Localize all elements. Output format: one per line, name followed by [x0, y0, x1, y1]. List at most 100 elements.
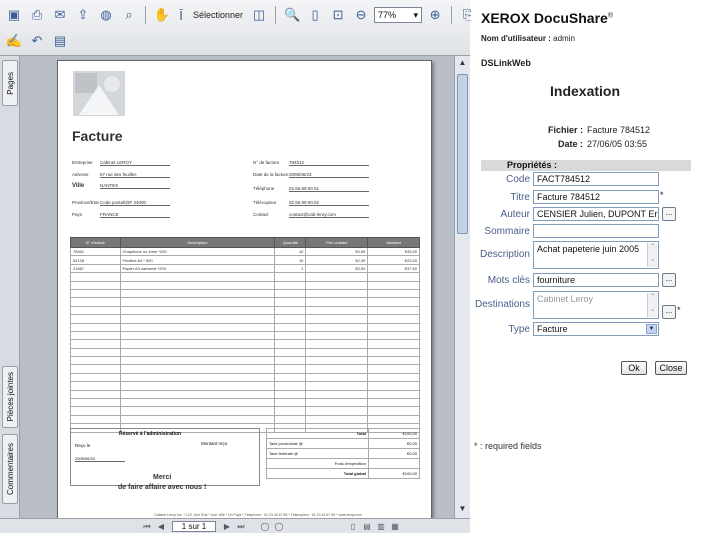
- prev-page-icon[interactable]: ◀: [154, 521, 168, 532]
- chevron-down-icon[interactable]: ▼: [646, 324, 657, 334]
- select-text-icon[interactable]: Ī: [175, 5, 187, 25]
- fit-page-icon[interactable]: ⊡: [328, 5, 348, 25]
- tab-attachments[interactable]: Pièces jointes: [2, 366, 18, 428]
- code-input[interactable]: FACT784512: [533, 172, 659, 186]
- vertical-scrollbar[interactable]: ▲ ▼: [454, 56, 470, 518]
- actual-size-icon[interactable]: ▯: [305, 5, 325, 25]
- table-row-empty: [70, 272, 420, 282]
- totals-row: Total €100,00: [266, 428, 421, 439]
- column-header: Montant: [367, 237, 420, 248]
- binoculars-search-icon[interactable]: ⌕: [119, 5, 139, 25]
- document-icon[interactable]: ▤: [50, 31, 70, 51]
- admin-received-date: 2005/06/24: [75, 456, 125, 462]
- column-header: N° d'article: [70, 237, 121, 248]
- save-icon[interactable]: ▣: [4, 5, 24, 25]
- email-icon[interactable]: ✉: [50, 5, 70, 25]
- destinations-list[interactable]: Cabinet Leroy ⌃ ⌄: [533, 291, 659, 319]
- table-row-empty: [70, 297, 420, 307]
- page-number-field[interactable]: 1 sur 1: [172, 520, 216, 532]
- undo-icon[interactable]: ↶: [27, 31, 47, 51]
- field-label: Province/Etat: [72, 200, 99, 205]
- column-header: Prix unitaire: [305, 237, 369, 248]
- table-cell: €45,50: [367, 246, 420, 257]
- select-tool-label[interactable]: Sélectionner: [190, 10, 246, 20]
- field-label: N° de facture: [253, 160, 280, 165]
- zoom-level-field[interactable]: 77% ▾: [374, 7, 423, 23]
- date-label: Date :: [557, 139, 583, 149]
- keywords-input[interactable]: fourniture: [533, 273, 659, 287]
- table-row-empty: [70, 339, 420, 349]
- web-icon[interactable]: ◍: [96, 5, 116, 25]
- continuous-icon[interactable]: ▤: [360, 521, 374, 532]
- snapshot-icon[interactable]: ◫: [249, 5, 269, 25]
- sign-icon[interactable]: ✍: [4, 31, 24, 51]
- table-row-empty: [70, 406, 420, 416]
- tab-attachments-label: Pièces jointes: [5, 372, 15, 422]
- close-button[interactable]: Close: [655, 361, 687, 375]
- previous-view-icon[interactable]: ◯: [258, 521, 272, 532]
- textarea-scrollbar[interactable]: ⌃ ⌄: [647, 243, 657, 267]
- user-line: Nom d'utilisateur : admin: [481, 34, 575, 43]
- export-icon[interactable]: ⇪: [73, 5, 93, 25]
- type-row: Type Facture ▼: [471, 322, 701, 336]
- print-icon[interactable]: ⎙: [27, 5, 47, 25]
- invoice-items-table: N° d'article Description Quantité Prix u…: [70, 237, 420, 433]
- thanks-line-1: Merci: [153, 474, 172, 481]
- tab-pages[interactable]: Pages: [2, 60, 18, 106]
- dslink-label: DSLinkWeb: [481, 58, 531, 68]
- zoom-tool-icon[interactable]: 🔍: [282, 5, 302, 25]
- invoice-field: Province/EtatCode postal/ZIP 44000: [72, 200, 170, 206]
- field-value: 02.56.89.00.01: [289, 186, 369, 192]
- scroll-down-icon[interactable]: ▼: [457, 504, 468, 516]
- required-star: *: [677, 305, 681, 315]
- zoom-out-icon[interactable]: ⊖: [351, 5, 371, 25]
- hand-tool-icon[interactable]: ✋: [152, 5, 172, 25]
- type-select[interactable]: Facture ▼: [533, 322, 659, 336]
- list-scrollbar[interactable]: ⌃ ⌄: [647, 293, 657, 317]
- document-canvas[interactable]: Facture Entreprise Cabinet LEROY Adresse 8…: [20, 56, 454, 518]
- destinations-browse-button[interactable]: ...: [662, 305, 676, 319]
- table-row: 54128 Feuilles A4 * 500 10 €2,30 €23,00: [70, 255, 420, 265]
- next-view-icon[interactable]: ◯: [272, 521, 286, 532]
- required-fields-note: * : required fields: [474, 441, 542, 451]
- table-row-empty: [70, 389, 420, 400]
- viewer-toolbar: ▣ ⎙ ✉ ⇪ ◍ ⌕ ✋ Ī Sélectionner ◫ 🔍 ▯ ⊡ ⊖ 7…: [0, 0, 473, 56]
- ok-button[interactable]: Ok: [621, 361, 647, 375]
- scroll-up-icon[interactable]: ▲: [457, 58, 468, 70]
- tab-comments[interactable]: Commentaires: [2, 434, 18, 504]
- author-input[interactable]: CENSIER Julien, DUPONT Eric: [533, 207, 659, 221]
- table-row-empty: [70, 314, 420, 324]
- last-page-icon[interactable]: ⏭: [234, 521, 248, 532]
- table-row-empty: [70, 398, 420, 408]
- properties-header: Propriétés :: [481, 160, 691, 171]
- keywords-label: Mots clés: [487, 275, 530, 286]
- continuous-facing-icon[interactable]: ▦: [388, 521, 402, 532]
- field-label: Téléphone: [253, 186, 275, 191]
- summary-input[interactable]: [533, 224, 659, 238]
- totals-row: Taxe fédérale @ €0,00: [266, 448, 421, 459]
- zoom-in-icon[interactable]: ⊕: [425, 5, 445, 25]
- author-browse-button[interactable]: ...: [662, 207, 676, 221]
- first-page-icon[interactable]: ⏮: [140, 521, 154, 532]
- table-cell: 54128: [70, 255, 121, 265]
- description-textarea[interactable]: Achat papeterie juin 2005 ⌃ ⌄: [533, 241, 659, 269]
- invoice-field: N° de facture 784512: [253, 160, 369, 166]
- keywords-browse-button[interactable]: ...: [662, 273, 676, 287]
- admin-title: Réservé à l'administration: [119, 431, 182, 437]
- single-page-icon[interactable]: ▯: [346, 521, 360, 532]
- next-page-icon[interactable]: ▶: [220, 521, 234, 532]
- table-row-empty: [70, 356, 420, 366]
- field-label: Télécopieur: [253, 200, 277, 205]
- field-value: 784512: [289, 160, 369, 166]
- invoice-field: Pays FRANCE: [72, 212, 170, 218]
- totals-value: €100,00: [367, 428, 421, 439]
- totals-row: Total global €100,00: [266, 468, 421, 479]
- field-value: Cabinet LEROY: [100, 160, 170, 166]
- facing-icon[interactable]: ▥: [374, 521, 388, 532]
- table-row-empty: [70, 330, 420, 341]
- file-label: Fichier :: [547, 125, 583, 135]
- scroll-thumb[interactable]: [457, 74, 468, 234]
- chevron-down-icon[interactable]: ▾: [414, 10, 419, 21]
- toolbar-row-1: ▣ ⎙ ✉ ⇪ ◍ ⌕ ✋ Ī Sélectionner ◫ 🔍 ▯ ⊡ ⊖ 7…: [4, 4, 478, 26]
- title-input[interactable]: Facture 784512: [533, 190, 659, 204]
